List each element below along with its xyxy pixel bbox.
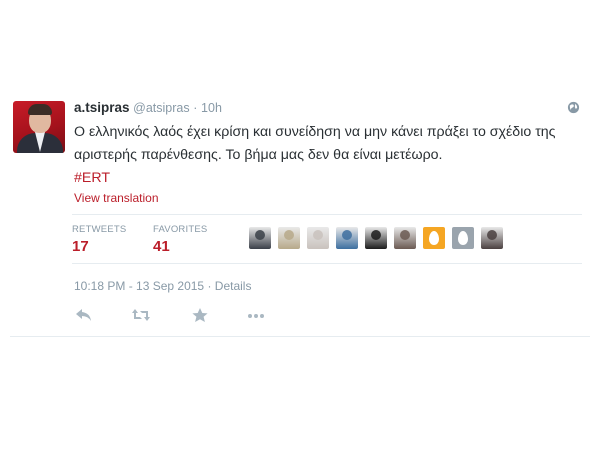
- favoriter-avatar-5[interactable]: [365, 227, 387, 249]
- separator-dot: ·: [193, 101, 198, 115]
- favorite-icon[interactable]: [190, 307, 210, 323]
- favorites-stat[interactable]: FAVORITES 41: [153, 224, 207, 255]
- hashtag-link[interactable]: #ERT: [74, 167, 586, 190]
- reply-icon[interactable]: [74, 307, 94, 323]
- retweets-count: 17: [72, 238, 89, 255]
- default-egg-avatar-grey[interactable]: [452, 227, 474, 249]
- retweets-stat[interactable]: RETWEETS 17: [72, 224, 126, 255]
- tweet-meta: 10:18 PM - 13 Sep 2015 · Details: [74, 279, 251, 293]
- tweet-timestamp[interactable]: 10:18 PM - 13 Sep 2015: [74, 279, 204, 293]
- globe-icon: [567, 101, 580, 114]
- tweet-card: a.tsipras @atsipras · 10h Ο ελληνικός λα…: [10, 90, 590, 337]
- favoriter-avatar-4[interactable]: [336, 227, 358, 249]
- meta-separator: ·: [207, 279, 212, 293]
- more-icon[interactable]: [246, 307, 266, 323]
- retweets-label: RETWEETS: [72, 224, 127, 235]
- tweet-time-ago[interactable]: 10h: [201, 101, 222, 115]
- default-egg-avatar-orange[interactable]: [423, 227, 445, 249]
- view-translation-link[interactable]: View translation: [74, 191, 159, 205]
- favoriter-avatar-3[interactable]: [307, 227, 329, 249]
- user-handle[interactable]: @atsipras: [133, 101, 189, 115]
- tweet-text: Ο ελληνικός λαός έχει κρίση και συνείδησ…: [74, 121, 586, 190]
- favorites-count: 41: [153, 238, 170, 255]
- tweet-header: a.tsipras @atsipras · 10h: [74, 100, 222, 116]
- details-link[interactable]: Details: [215, 279, 252, 293]
- profile-avatar[interactable]: [13, 101, 65, 153]
- favoriter-avatar-1[interactable]: [249, 227, 271, 249]
- favoriter-avatar-6[interactable]: [394, 227, 416, 249]
- favoriter-avatar-9[interactable]: [481, 227, 503, 249]
- retweet-icon[interactable]: [131, 307, 151, 323]
- favorites-label: FAVORITES: [153, 224, 208, 235]
- tweet-actions: [74, 307, 294, 327]
- display-name[interactable]: a.tsipras: [74, 100, 130, 115]
- favoriter-avatar-2[interactable]: [278, 227, 300, 249]
- tweet-stats: RETWEETS 17 FAVORITES 41: [72, 214, 582, 264]
- tweet-body: Ο ελληνικός λαός έχει κρίση και συνείδησ…: [74, 124, 556, 163]
